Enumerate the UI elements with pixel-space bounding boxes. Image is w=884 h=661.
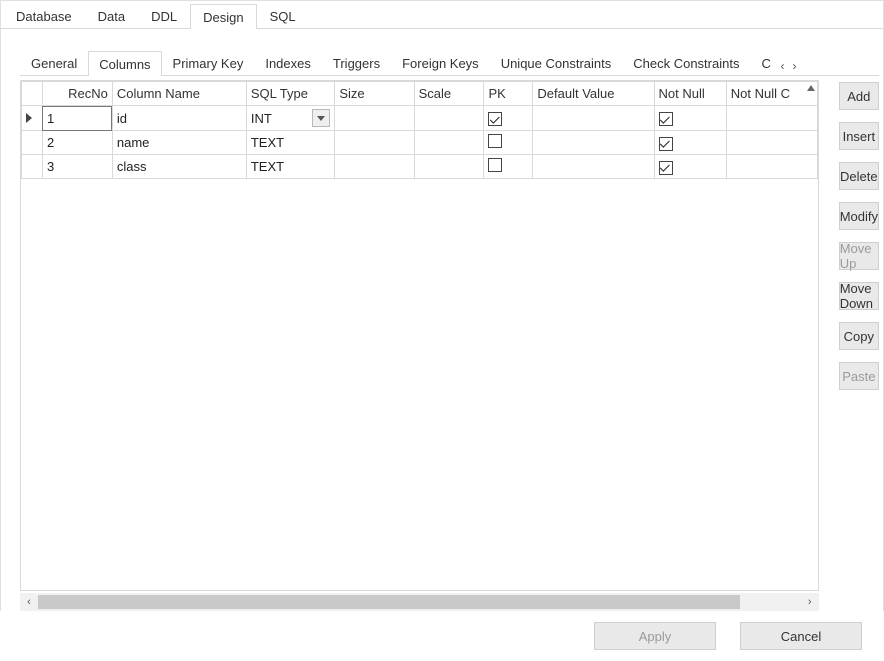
cell-default-value[interactable] bbox=[533, 155, 654, 179]
tab-ddl[interactable]: DDL bbox=[138, 3, 190, 28]
columns-grid-area: RecNo Column Name SQL Type Size Scale PK… bbox=[20, 80, 819, 611]
header-not-null[interactable]: Not Null bbox=[654, 82, 726, 106]
tab-data[interactable]: Data bbox=[85, 3, 138, 28]
cell-not-null[interactable] bbox=[654, 106, 726, 131]
cell-column-name[interactable]: class bbox=[112, 155, 246, 179]
not-null-checkbox[interactable] bbox=[659, 112, 673, 126]
subtab-foreign-keys[interactable]: Foreign Keys bbox=[391, 50, 490, 75]
sql-type-value: TEXT bbox=[251, 159, 284, 174]
copy-button[interactable]: Copy bbox=[839, 322, 879, 350]
columns-grid[interactable]: RecNo Column Name SQL Type Size Scale PK… bbox=[21, 81, 818, 590]
design-subtabs: General Columns Primary Key Indexes Trig… bbox=[20, 48, 879, 76]
cell-size[interactable] bbox=[335, 131, 414, 155]
subtab-scroll-left-icon[interactable]: ‹ bbox=[780, 59, 784, 73]
columns-action-buttons: Add Insert Delete Modify Move Up Move Do… bbox=[839, 80, 879, 611]
cell-recno[interactable]: 2 bbox=[42, 131, 112, 155]
subtab-indexes[interactable]: Indexes bbox=[254, 50, 322, 75]
header-not-null-conflict[interactable]: Not Null C bbox=[726, 82, 817, 106]
cell-scale[interactable] bbox=[414, 155, 484, 179]
move-up-button[interactable]: Move Up bbox=[839, 242, 879, 270]
pk-checkbox[interactable] bbox=[488, 158, 502, 172]
dialog-footer: Apply Cancel bbox=[0, 611, 884, 661]
move-down-button[interactable]: Move Down bbox=[839, 282, 879, 310]
cell-not-null-conflict[interactable] bbox=[726, 131, 817, 155]
header-pk[interactable]: PK bbox=[484, 82, 533, 106]
chevron-down-icon bbox=[317, 116, 325, 121]
pk-checkbox[interactable] bbox=[488, 134, 502, 148]
table-row[interactable]: 3class TEXT bbox=[22, 155, 818, 179]
header-recno[interactable]: RecNo bbox=[42, 82, 112, 106]
subtab-triggers[interactable]: Triggers bbox=[322, 50, 391, 75]
not-null-checkbox[interactable] bbox=[659, 137, 673, 151]
subtab-unique-constraints[interactable]: Unique Constraints bbox=[490, 50, 623, 75]
header-indicator bbox=[22, 82, 43, 106]
outer-tabstrip: Database Data DDL Design SQL bbox=[1, 1, 883, 29]
not-null-checkbox[interactable] bbox=[659, 161, 673, 175]
subtab-check-constraints[interactable]: Check Constraints bbox=[622, 50, 750, 75]
hscroll-left-icon[interactable]: ‹ bbox=[20, 593, 38, 611]
header-column-name[interactable]: Column Name bbox=[112, 82, 246, 106]
cell-default-value[interactable] bbox=[533, 106, 654, 131]
hscroll-thumb[interactable] bbox=[38, 595, 740, 609]
tab-design[interactable]: Design bbox=[190, 4, 256, 29]
delete-button[interactable]: Delete bbox=[839, 162, 879, 190]
header-sql-type[interactable]: SQL Type bbox=[246, 82, 335, 106]
tab-sql[interactable]: SQL bbox=[257, 3, 309, 28]
sql-type-dropdown-button[interactable] bbox=[312, 109, 330, 127]
paste-button[interactable]: Paste bbox=[839, 362, 879, 390]
hscroll-right-icon[interactable]: › bbox=[801, 593, 819, 611]
cell-not-null-conflict[interactable] bbox=[726, 155, 817, 179]
cell-size[interactable] bbox=[335, 155, 414, 179]
cell-pk[interactable] bbox=[484, 106, 533, 131]
cell-not-null[interactable] bbox=[654, 131, 726, 155]
add-button[interactable]: Add bbox=[839, 82, 879, 110]
cell-column-name[interactable]: name bbox=[112, 131, 246, 155]
cell-not-null-conflict[interactable] bbox=[726, 106, 817, 131]
subtab-columns[interactable]: Columns bbox=[88, 51, 161, 76]
header-not-null-conflict-label: Not Null C bbox=[731, 86, 790, 101]
columns-header-row: RecNo Column Name SQL Type Size Scale PK… bbox=[22, 82, 818, 106]
cell-pk[interactable] bbox=[484, 155, 533, 179]
cell-scale[interactable] bbox=[414, 106, 484, 131]
header-scale[interactable]: Scale bbox=[414, 82, 484, 106]
modify-button[interactable]: Modify bbox=[839, 202, 879, 230]
tab-database[interactable]: Database bbox=[3, 3, 85, 28]
subtab-primary-key[interactable]: Primary Key bbox=[162, 50, 255, 75]
header-size[interactable]: Size bbox=[335, 82, 414, 106]
cell-default-value[interactable] bbox=[533, 131, 654, 155]
table-row[interactable]: 2name TEXT bbox=[22, 131, 818, 155]
row-indicator bbox=[22, 131, 43, 155]
cell-sql-type[interactable]: TEXT bbox=[246, 131, 335, 155]
subtab-scroll-right-icon[interactable]: › bbox=[792, 59, 796, 73]
row-indicator bbox=[22, 106, 43, 131]
current-row-icon bbox=[26, 113, 32, 123]
row-indicator bbox=[22, 155, 43, 179]
cell-recno[interactable]: 3 bbox=[42, 155, 112, 179]
cell-scale[interactable] bbox=[414, 131, 484, 155]
cell-not-null[interactable] bbox=[654, 155, 726, 179]
sql-type-value: TEXT bbox=[251, 135, 284, 150]
insert-button[interactable]: Insert bbox=[839, 122, 879, 150]
design-panel: General Columns Primary Key Indexes Trig… bbox=[20, 48, 879, 611]
subtab-general[interactable]: General bbox=[20, 50, 88, 75]
apply-button[interactable]: Apply bbox=[594, 622, 716, 650]
table-row[interactable]: 1id INT bbox=[22, 106, 818, 131]
header-default[interactable]: Default Value bbox=[533, 82, 654, 106]
cell-sql-type[interactable]: TEXT bbox=[246, 155, 335, 179]
cell-column-name[interactable]: id bbox=[112, 106, 246, 131]
sort-asc-icon bbox=[807, 85, 815, 91]
horizontal-scrollbar[interactable]: ‹ › bbox=[20, 593, 819, 611]
cell-pk[interactable] bbox=[484, 131, 533, 155]
sql-type-value: INT bbox=[251, 111, 272, 126]
cell-sql-type[interactable]: INT bbox=[246, 106, 335, 131]
pk-checkbox[interactable] bbox=[488, 112, 502, 126]
cancel-button[interactable]: Cancel bbox=[740, 622, 862, 650]
cell-recno[interactable]: 1 bbox=[42, 106, 112, 131]
cell-size[interactable] bbox=[335, 106, 414, 131]
subtab-overflow[interactable]: C bbox=[750, 50, 772, 75]
